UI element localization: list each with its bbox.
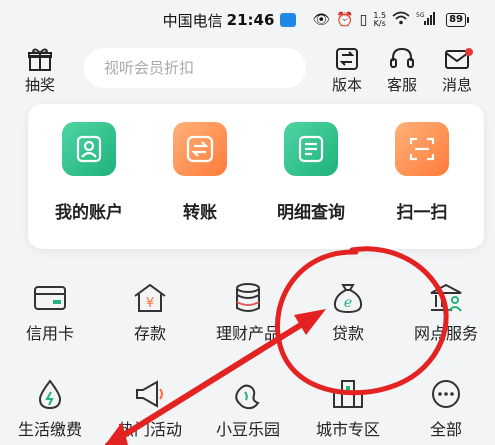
quick-actions-card: 我的账户 转账 明细查询 扫一扫 bbox=[28, 104, 484, 249]
quick-action-label: 转账 bbox=[183, 203, 217, 223]
transfer-arrows-icon bbox=[173, 122, 227, 176]
house-yen-icon: ¥ bbox=[134, 283, 166, 312]
service-label: 热门活动 bbox=[117, 420, 182, 439]
service-label: 贷款 bbox=[331, 324, 364, 343]
search-box[interactable] bbox=[84, 48, 306, 88]
search-input[interactable] bbox=[104, 59, 298, 77]
signal-icon: 5G bbox=[416, 11, 438, 29]
megaphone-icon bbox=[136, 380, 163, 408]
service-utility-payment[interactable]: 生活缴费 bbox=[2, 378, 98, 440]
version-button[interactable]: 版本 bbox=[325, 46, 369, 95]
scan-frame-icon bbox=[395, 122, 449, 176]
svg-text:5G: 5G bbox=[416, 12, 425, 19]
lottery-button[interactable]: 抽奖 bbox=[18, 46, 62, 95]
quick-action-transfer[interactable]: 转账 bbox=[145, 122, 255, 223]
battery-indicator: 89 bbox=[446, 13, 469, 27]
service-wealth-products[interactable]: 理财产品 bbox=[200, 282, 296, 344]
quick-action-transaction-details[interactable]: 明细查询 bbox=[256, 122, 366, 223]
alarm-icon: ⏰ bbox=[336, 12, 354, 28]
top-header: 抽奖 版本 客服 消息 bbox=[0, 40, 495, 104]
eye-icon: 👁 bbox=[312, 12, 331, 28]
water-drop-icon bbox=[38, 379, 62, 410]
bank-branch-icon bbox=[430, 283, 462, 312]
money-bag-icon: e bbox=[333, 284, 363, 314]
gift-icon bbox=[28, 48, 52, 71]
headset-icon bbox=[390, 47, 414, 68]
status-bar: 中国电信 21:46 👁 ⏰ ▯ 1.5 K/s 5G 89 bbox=[0, 0, 495, 40]
messages-button[interactable]: 消息 bbox=[435, 46, 479, 95]
service-credit-card[interactable]: 信用卡 bbox=[2, 282, 98, 344]
service-city-zone[interactable]: 城市专区 bbox=[300, 378, 396, 440]
bean-icon bbox=[235, 384, 260, 410]
quick-action-label: 扫一扫 bbox=[396, 203, 448, 223]
service-label: 存款 bbox=[133, 324, 166, 343]
service-label: 城市专区 bbox=[315, 420, 380, 439]
quick-action-label: 明细查询 bbox=[277, 203, 345, 223]
service-loan[interactable]: e 贷款 bbox=[300, 282, 396, 344]
person-card-icon bbox=[62, 122, 116, 176]
unread-badge bbox=[465, 48, 473, 56]
service-xiaodou-park[interactable]: 小豆乐园 bbox=[200, 378, 296, 440]
more-dots-icon bbox=[432, 380, 460, 408]
version-label: 版本 bbox=[331, 76, 362, 94]
clock-time: 21:46 bbox=[226, 11, 275, 29]
messages-label: 消息 bbox=[441, 76, 472, 94]
quick-action-my-account[interactable]: 我的账户 bbox=[34, 122, 144, 223]
coin-stack-icon bbox=[236, 283, 260, 312]
network-speed: 1.5 K/s bbox=[373, 11, 387, 28]
document-lines-icon bbox=[284, 122, 338, 176]
svg-text:¥: ¥ bbox=[146, 296, 154, 311]
service-label: 网点服务 bbox=[413, 324, 478, 343]
quick-action-label: 我的账户 bbox=[55, 203, 123, 223]
version-switch-icon bbox=[336, 48, 358, 70]
service-deposit[interactable]: ¥ 存款 bbox=[102, 282, 198, 344]
service-label: 小豆乐园 bbox=[215, 420, 280, 439]
quick-action-scan[interactable]: 扫一扫 bbox=[367, 122, 477, 223]
wifi-icon bbox=[392, 11, 410, 29]
service-label: 理财产品 bbox=[215, 324, 280, 343]
svg-text:e: e bbox=[344, 295, 352, 311]
credit-card-icon bbox=[34, 286, 66, 310]
vibrate-icon: ▯ bbox=[359, 12, 368, 28]
carrier-name: 中国电信 bbox=[162, 11, 223, 30]
service-all[interactable]: 全部 bbox=[398, 378, 494, 440]
service-hot-events[interactable]: 热门活动 bbox=[102, 378, 198, 440]
lottery-label: 抽奖 bbox=[24, 76, 55, 94]
customer-service-button[interactable]: 客服 bbox=[380, 46, 424, 95]
service-branch[interactable]: 网点服务 bbox=[398, 282, 494, 344]
notification-app-icon bbox=[280, 13, 297, 27]
service-label: 信用卡 bbox=[25, 324, 74, 343]
battery-level: 89 bbox=[446, 13, 466, 27]
service-label: 生活缴费 bbox=[17, 420, 82, 439]
city-building-icon bbox=[333, 380, 363, 408]
service-label: 客服 bbox=[386, 76, 417, 94]
service-label: 全部 bbox=[429, 420, 462, 439]
